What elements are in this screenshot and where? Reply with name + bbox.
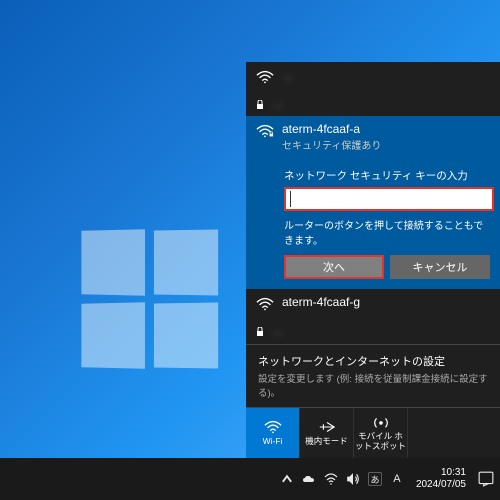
wifi-icon: [256, 70, 274, 84]
network-item[interactable]: aterm-4fcaaf-g: [246, 289, 500, 317]
hotspot-icon: [372, 415, 390, 429]
network-item-selected[interactable]: aterm-4fcaaf-a セキュリティ保護あり ネットワーク セキュリティ …: [246, 116, 500, 289]
network-tray-icon[interactable]: [324, 472, 338, 486]
next-button[interactable]: 次へ: [284, 255, 384, 279]
wifi-secure-icon: [256, 124, 274, 138]
volume-icon[interactable]: [346, 472, 360, 486]
text-cursor: [290, 191, 291, 207]
wps-hint: ルーターのボタンを押して接続することもできます。: [284, 217, 490, 247]
airplane-icon: [318, 420, 336, 434]
tile-label: 機内モード: [305, 437, 348, 446]
network-name: …: [282, 68, 294, 82]
wifi-tile[interactable]: Wi-Fi: [246, 408, 300, 458]
security-key-input[interactable]: [284, 187, 494, 211]
network-settings-link[interactable]: ネットワークとインターネットの設定 設定を変更します (例: 接続を従量制課金接…: [246, 344, 500, 407]
network-name: …: [272, 323, 284, 337]
onedrive-icon[interactable]: [302, 472, 316, 486]
settings-title: ネットワークとインターネットの設定: [258, 353, 488, 369]
time: 10:31: [416, 467, 466, 479]
network-name: aterm-4fcaaf-a: [282, 122, 381, 136]
ime-mode[interactable]: あ: [368, 472, 382, 486]
settings-subtitle: 設定を変更します (例: 接続を従量制課金接続に設定する)。: [258, 371, 488, 399]
clock[interactable]: 10:31 2024/07/05: [412, 467, 470, 491]
cancel-button[interactable]: キャンセル: [390, 255, 490, 279]
tile-label: モバイル ホットスポット: [354, 432, 407, 451]
windows-logo: [80, 230, 220, 370]
tile-label: Wi-Fi: [263, 437, 283, 446]
desktop: … … aterm-4fcaaf-a セキュリティ保護あり: [0, 0, 500, 500]
quick-tiles: Wi-Fi 機内モード モバイル ホットスポット: [246, 407, 500, 458]
ime-a[interactable]: A: [390, 472, 404, 486]
lock-icon: [256, 100, 264, 110]
network-list: … … aterm-4fcaaf-a セキュリティ保護あり: [246, 62, 500, 344]
lock-icon: [256, 327, 264, 337]
network-flyout: … … aterm-4fcaaf-a セキュリティ保護あり: [246, 62, 500, 458]
taskbar: あ A 10:31 2024/07/05: [0, 458, 500, 500]
network-item[interactable]: …: [246, 90, 500, 116]
wifi-icon: [264, 420, 282, 434]
network-name: …: [272, 96, 284, 110]
chevron-up-icon[interactable]: [280, 472, 294, 486]
security-key-label: ネットワーク セキュリティ キーの入力: [284, 168, 490, 183]
network-name: aterm-4fcaaf-g: [282, 295, 360, 309]
hotspot-tile[interactable]: モバイル ホットスポット: [354, 408, 408, 458]
system-tray: あ A 10:31 2024/07/05: [280, 467, 494, 491]
date: 2024/07/05: [416, 479, 466, 491]
network-item[interactable]: …: [246, 317, 500, 343]
notification-icon[interactable]: [478, 471, 494, 487]
airplane-tile[interactable]: 機内モード: [300, 408, 354, 458]
wifi-secure-icon: [256, 297, 274, 311]
network-item[interactable]: …: [246, 62, 500, 90]
network-status: セキュリティ保護あり: [282, 137, 381, 152]
